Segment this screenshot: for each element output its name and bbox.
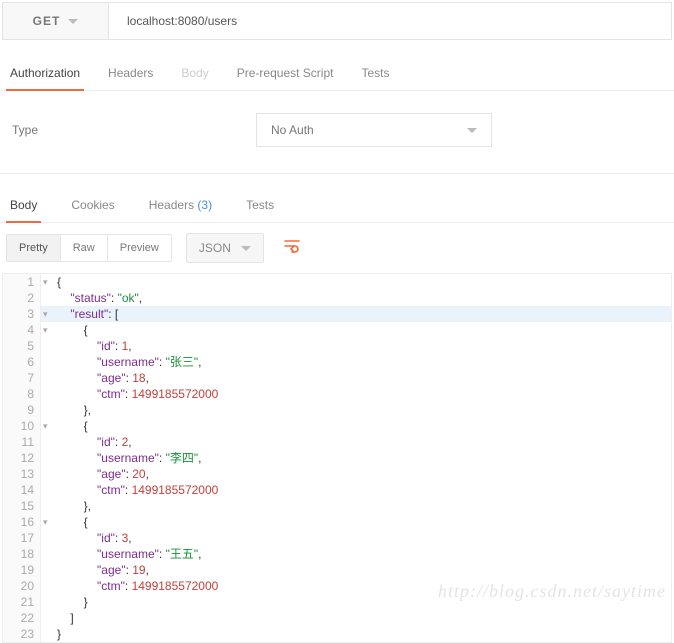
chevron-down-icon [68, 19, 78, 24]
auth-type-label: Type [12, 123, 256, 137]
request-tabs: Authorization Headers Body Pre-request S… [0, 58, 674, 91]
view-pretty-button[interactable]: Pretty [7, 235, 60, 261]
chevron-down-icon [241, 246, 251, 251]
response-body[interactable]: 1▾{ 2 "status": "ok", 3▾ "result": [ 4▾ … [2, 273, 672, 643]
headers-count: (3) [197, 198, 212, 212]
tab-body[interactable]: Body [179, 58, 210, 90]
url-input[interactable] [127, 14, 653, 28]
view-preview-button[interactable]: Preview [107, 235, 171, 261]
response-tabs: Body Cookies Headers (3) Tests [0, 188, 674, 223]
format-value: JSON [199, 241, 231, 255]
url-input-wrap [109, 3, 671, 39]
view-raw-button[interactable]: Raw [60, 235, 107, 261]
resp-tab-body[interactable]: Body [8, 188, 39, 222]
wrap-button[interactable] [276, 233, 308, 263]
tab-prerequest[interactable]: Pre-request Script [235, 58, 336, 90]
view-mode-group: Pretty Raw Preview [6, 234, 172, 262]
auth-type-select[interactable]: No Auth [256, 113, 492, 147]
resp-tab-tests[interactable]: Tests [244, 188, 276, 222]
format-select[interactable]: JSON [186, 233, 264, 263]
request-bar: GET [2, 2, 672, 40]
wrap-icon [284, 239, 300, 258]
tab-authorization[interactable]: Authorization [8, 58, 82, 90]
method-select[interactable]: GET [3, 3, 109, 39]
chevron-down-icon [467, 128, 477, 133]
tab-headers[interactable]: Headers [106, 58, 155, 90]
body-toolbar: Pretty Raw Preview JSON [0, 223, 674, 273]
resp-tab-headers[interactable]: Headers (3) [147, 188, 214, 222]
auth-type-row: Type No Auth [0, 91, 674, 174]
auth-type-value: No Auth [271, 123, 314, 137]
resp-tab-cookies[interactable]: Cookies [69, 188, 116, 222]
tab-tests[interactable]: Tests [359, 58, 391, 90]
method-label: GET [33, 14, 61, 28]
